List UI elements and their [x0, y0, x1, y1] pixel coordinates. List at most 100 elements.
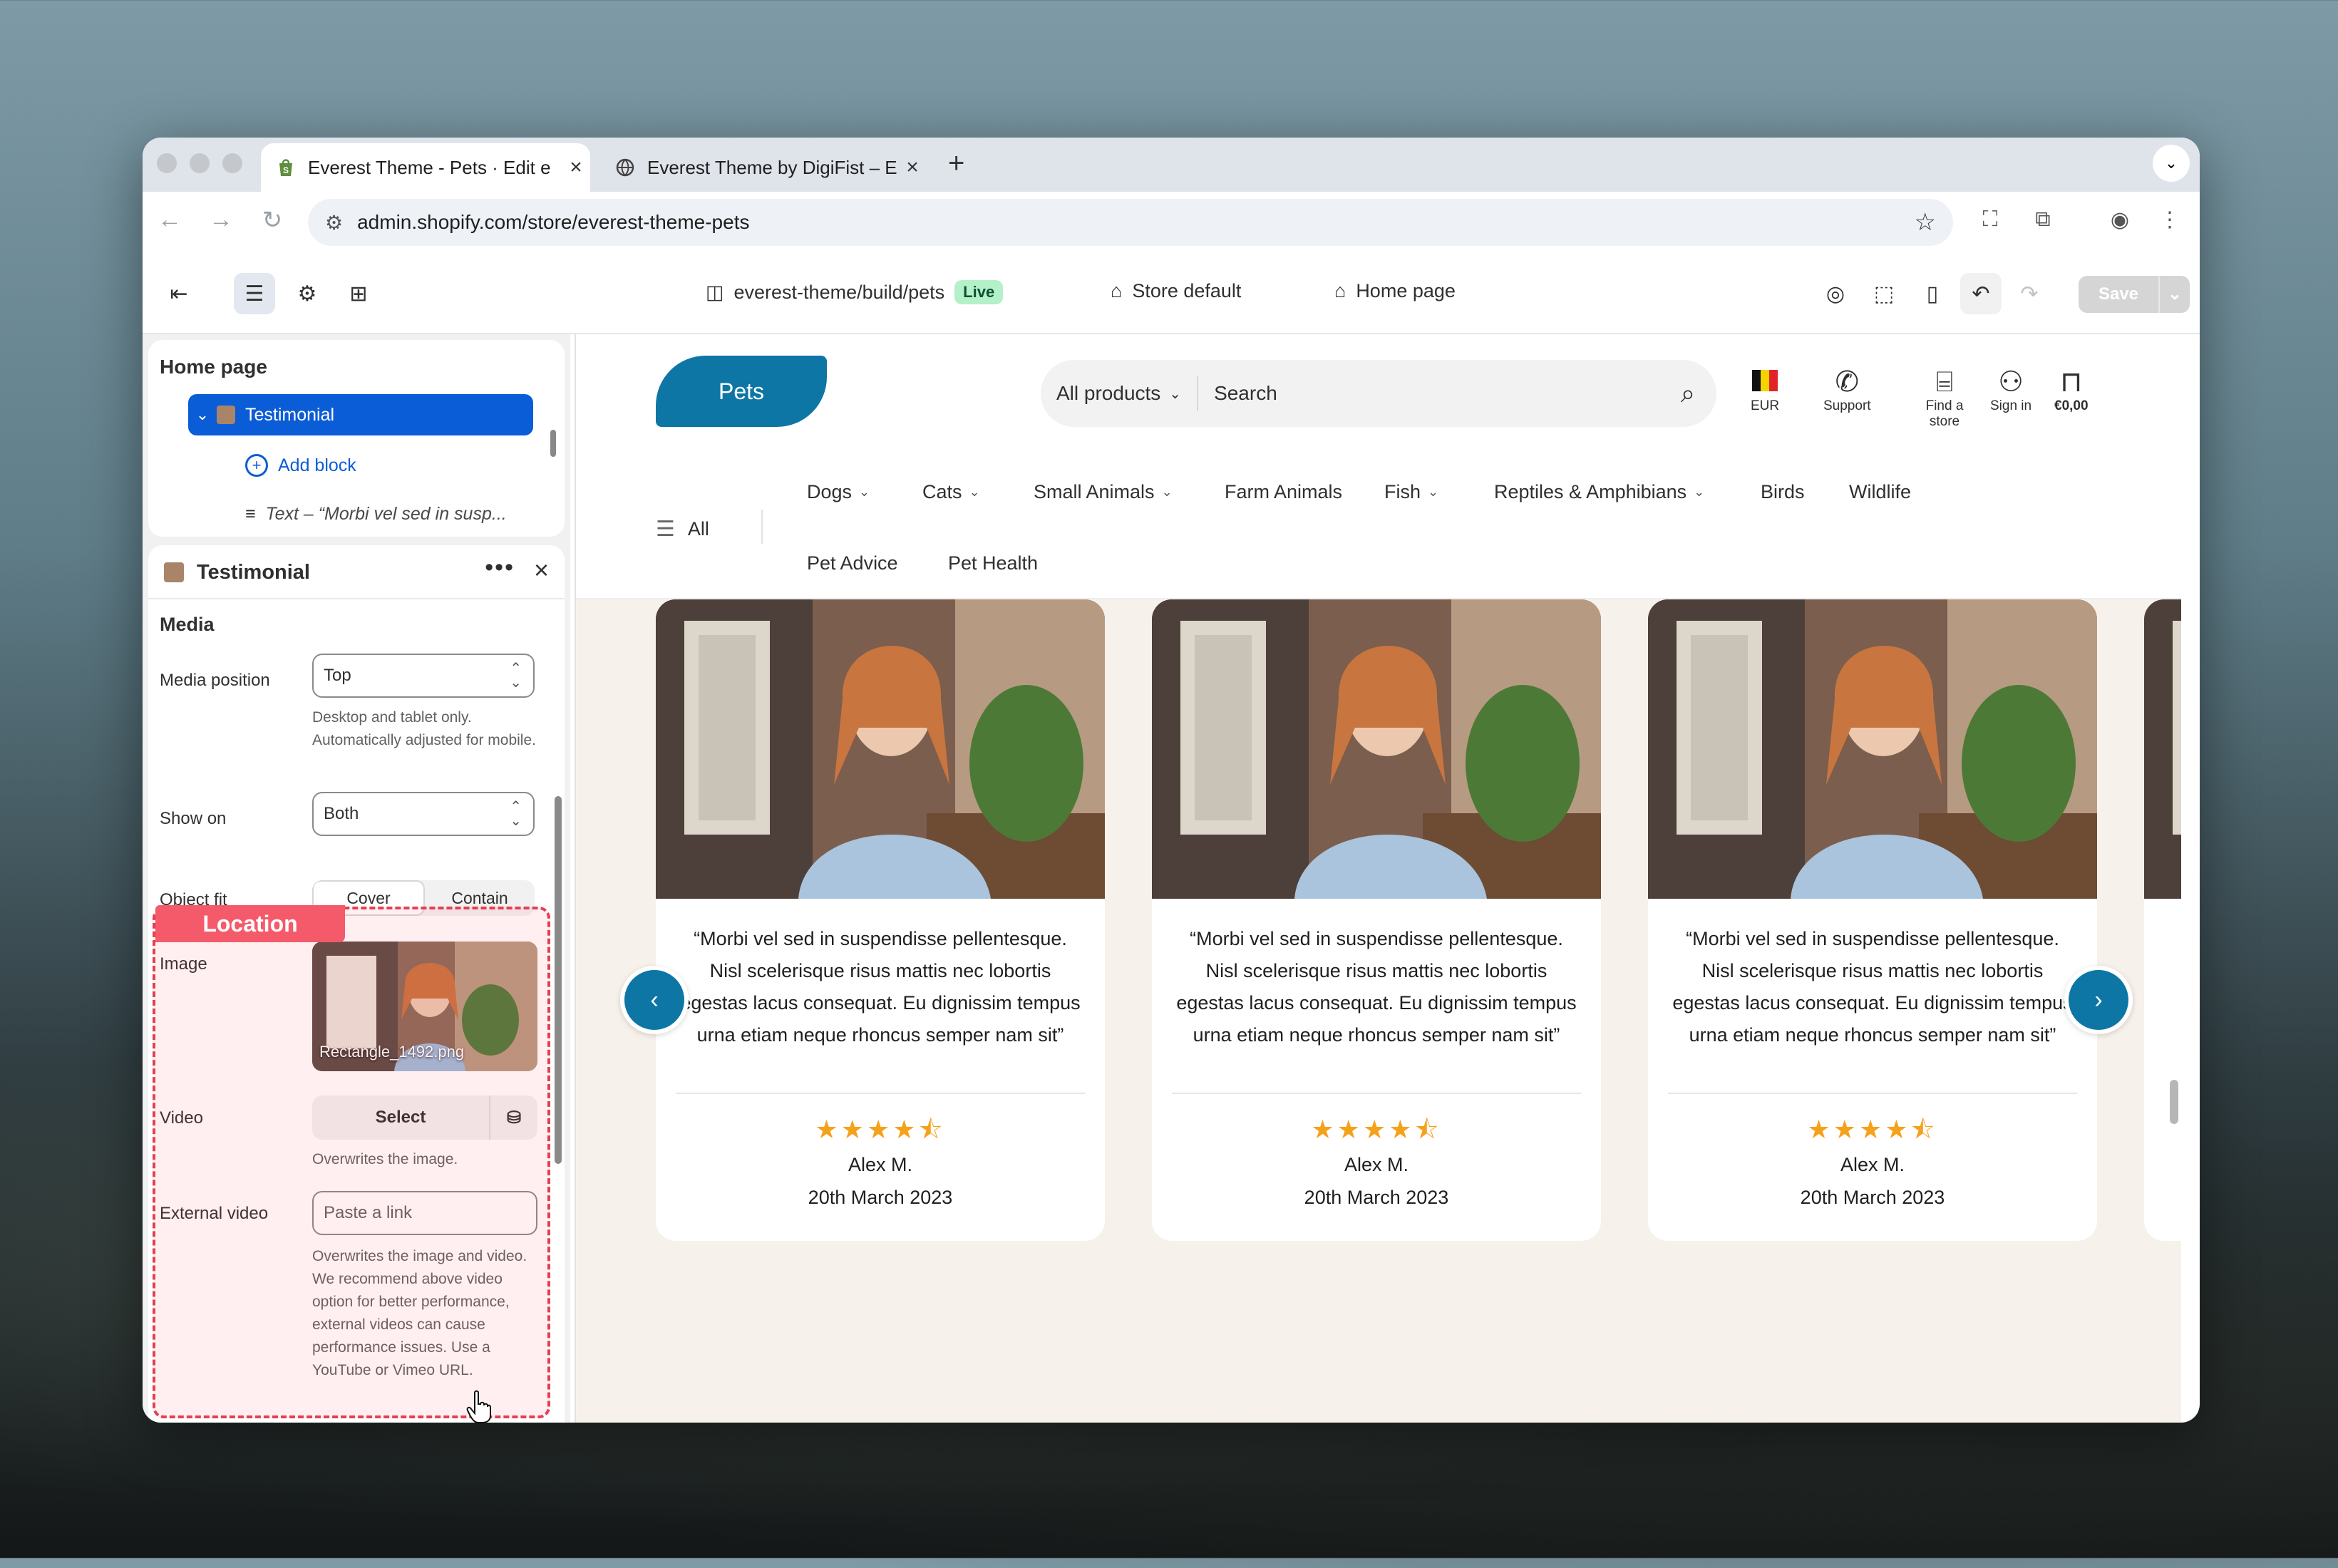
inspector-icon[interactable]: ◎ [1815, 273, 1856, 314]
save-button[interactable]: Save ⌄ [2079, 276, 2190, 313]
location-highlight [153, 907, 550, 1418]
testimonial-author: Alex M. [848, 1154, 913, 1175]
all-label: All [687, 518, 709, 540]
support-link[interactable]: ✆ Support [1823, 366, 1871, 414]
testimonial-photo [656, 599, 1105, 899]
theme-editor-toolbar: ⇤ ☰ ⚙ ⊞ ◫ everest-theme/build/pets Live … [143, 254, 2200, 334]
media-section-heading: Media [160, 614, 215, 635]
bookmark-star-icon[interactable]: ☆ [1915, 208, 1936, 237]
reload-icon[interactable]: ↻ [255, 206, 289, 234]
location-annotation-label: Location [155, 905, 345, 942]
theme-selector[interactable]: ◫ everest-theme/build/pets Live [706, 280, 1004, 304]
page-selector[interactable]: ⌂ Home page [1334, 280, 1456, 302]
redo-icon[interactable]: ↷ [2009, 273, 2050, 314]
nav-item-pet-advice[interactable]: Pet Advice [807, 552, 898, 574]
chevron-down-icon: ⌄ [859, 485, 870, 499]
svg-text:S: S [283, 165, 289, 175]
tree-item-testimonial[interactable]: ⌄ Testimonial [188, 394, 533, 435]
card-divider [1172, 1093, 1581, 1094]
tab-digifist[interactable]: Everest Theme by DigiFist – E × [600, 143, 927, 192]
nav-item-wildlife[interactable]: Wildlife [1849, 481, 1911, 503]
browser-menu-icon[interactable]: ⋮ [2154, 207, 2185, 232]
mobile-preview-icon[interactable]: ▯ [1912, 273, 1953, 314]
close-window-dot[interactable] [157, 153, 177, 173]
save-options-chevron-icon[interactable]: ⌄ [2158, 276, 2190, 313]
forward-arrow-icon[interactable]: → [204, 206, 238, 234]
close-icon[interactable]: × [534, 555, 549, 585]
show-on-value: Both [324, 804, 359, 823]
carousel-prev-button[interactable]: ‹ [620, 966, 689, 1034]
settings-header: Testimonial ••• × [148, 545, 565, 599]
settings-scrollbar[interactable] [555, 796, 562, 1164]
testimonial-photo [2144, 599, 2181, 899]
tab-title: Everest Theme - Pets · Edit e [308, 156, 551, 178]
tree-scrollbar[interactable] [550, 430, 556, 457]
show-on-select[interactable]: Both ⌃ ⌄ [312, 792, 535, 836]
nav-item-small-animals[interactable]: Small Animals ⌄ [1034, 481, 1173, 503]
preview-scrollbar[interactable] [2170, 1080, 2178, 1124]
cart-link[interactable]: ⊓ €0,00 [2054, 366, 2089, 414]
testimonial-photo [1152, 599, 1601, 899]
select-element-icon[interactable]: ⬚ [1863, 273, 1905, 314]
back-arrow-icon[interactable]: ← [153, 206, 187, 234]
minimize-window-dot[interactable] [190, 153, 210, 173]
sign-in-link[interactable]: ⚇ Sign in [1990, 366, 2031, 414]
nav-item-pet-health[interactable]: Pet Health [948, 552, 1038, 574]
chevron-down-icon[interactable]: ⌄ [188, 406, 217, 424]
search-icon[interactable]: ⌕ [1681, 378, 1695, 409]
sections-icon[interactable]: ☰ [234, 273, 275, 314]
text-lines-icon: ≡ [245, 504, 256, 524]
search-category-select[interactable]: All products ⌄ [1041, 376, 1199, 411]
exit-editor-icon[interactable]: ⇤ [158, 273, 200, 314]
nav-label: Small Animals [1034, 481, 1155, 502]
theme-settings-gear-icon[interactable]: ⚙ [287, 273, 328, 314]
tree-item-text-block[interactable]: ≡ Text – “Morbi vel sed in susp... [245, 504, 507, 525]
app-embeds-icon[interactable]: ⊞ [338, 273, 379, 314]
section-thumbnail-icon [164, 562, 184, 582]
store-context-label: Store default [1132, 280, 1242, 301]
plus-circle-icon: + [245, 454, 268, 477]
nav-item-reptiles[interactable]: Reptiles & Amphibians ⌄ [1494, 481, 1704, 503]
more-actions-icon[interactable]: ••• [485, 554, 515, 582]
all-menu-button[interactable]: ☰ All [656, 510, 763, 544]
undo-icon[interactable]: ↶ [1960, 273, 2002, 314]
search-input[interactable]: Search [1198, 382, 1681, 405]
star-rating-icon: ★★★★⯪ [1807, 1115, 1938, 1144]
media-position-select[interactable]: Top ⌃ ⌄ [312, 654, 535, 698]
tab-editor[interactable]: S Everest Theme - Pets · Edit e × [261, 143, 590, 192]
card-divider [1668, 1093, 2077, 1094]
profile-icon[interactable]: ◉ [2104, 207, 2136, 232]
close-tab-icon[interactable]: × [898, 155, 927, 180]
screen-capture-icon[interactable]: ⛶ [1974, 207, 2006, 232]
url-input[interactable]: ⚙ admin.shopify.com/store/everest-theme-… [308, 199, 1953, 246]
nav-item-fish[interactable]: Fish ⌄ [1384, 481, 1438, 503]
tab-search-chevron-icon[interactable]: ⌄ [2153, 145, 2190, 182]
store-icon: ⌂ [1111, 280, 1123, 301]
store-context-selector[interactable]: ⌂ Store default [1111, 280, 1241, 302]
nav-item-cats[interactable]: Cats ⌄ [922, 481, 980, 503]
support-label: Support [1823, 398, 1871, 413]
nav-item-farm-animals[interactable]: Farm Animals [1225, 481, 1342, 503]
nav-label: Reptiles & Amphibians [1494, 481, 1687, 502]
chevron-down-icon: ⌄ [1169, 386, 1182, 402]
theme-path: everest-theme/build/pets [733, 281, 945, 303]
close-tab-icon[interactable]: × [562, 155, 590, 180]
currency-label: EUR [1751, 398, 1780, 413]
testimonial-quote: “Morbi vel sed in suspendisse pellentesq… [1672, 928, 2073, 1046]
extensions-puzzle-icon[interactable]: ⧉ [2027, 207, 2059, 232]
testimonial-card: “Morbi vel sed in suspendisse pellentesq… [1648, 599, 2097, 1241]
store-logo[interactable]: Pets [656, 356, 827, 427]
hand-pointer-cursor-icon [466, 1390, 491, 1423]
site-settings-icon[interactable]: ⚙ [325, 211, 343, 234]
new-tab-button[interactable]: + [948, 148, 964, 180]
add-block-button[interactable]: + Add block [245, 454, 356, 477]
nav-item-dogs[interactable]: Dogs ⌄ [807, 481, 870, 503]
find-store-link[interactable]: ⌸ Find a store [1916, 366, 1973, 430]
store-header: Pets All products ⌄ Search ⌕ EUR ✆ Suppo… [576, 334, 2181, 457]
zoom-window-dot[interactable] [222, 153, 242, 173]
nav-item-birds[interactable]: Birds [1761, 481, 1805, 503]
text-block-label: Text – “Morbi vel sed in susp... [265, 504, 507, 524]
carousel-next-button[interactable]: › [2064, 966, 2133, 1034]
nav-label: Pet Health [948, 552, 1039, 574]
currency-selector[interactable]: EUR [1751, 366, 1779, 414]
